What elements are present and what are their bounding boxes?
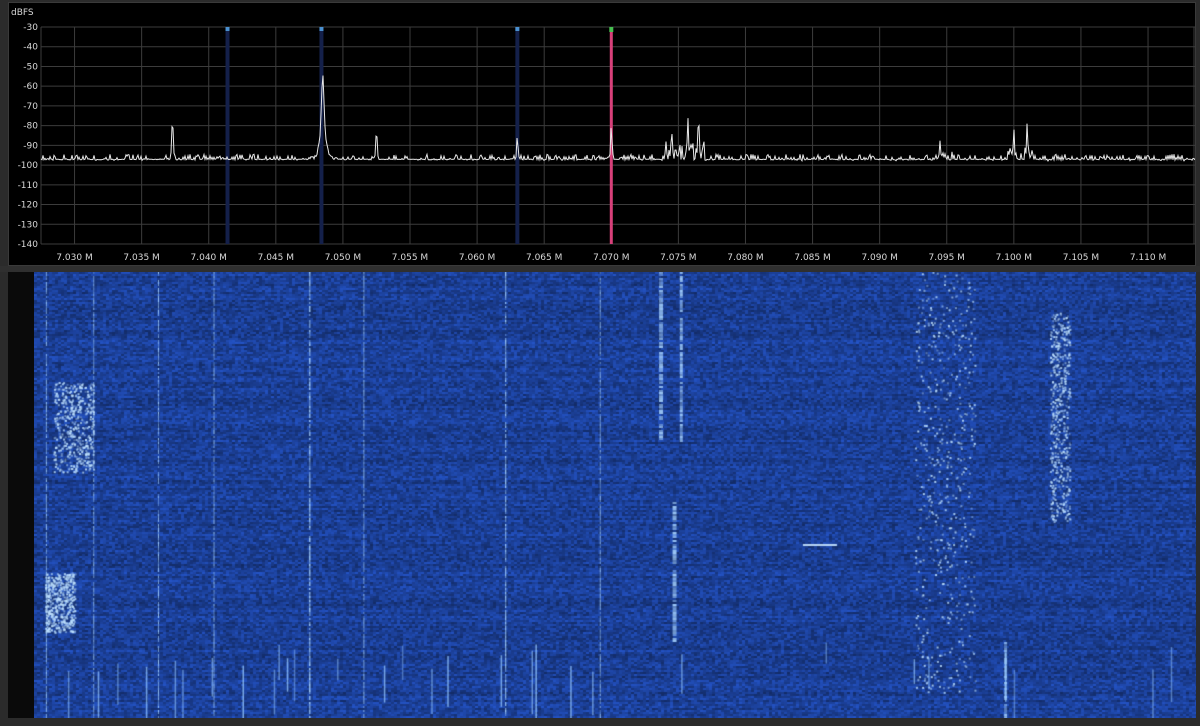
x-tick-label: 7.030 M [56,253,92,263]
spectrum-plot[interactable]: dBFS -30 -40 -50 -60 -70 -80 -90 -100 -110 -120 -1… [9,3,1195,265]
x-tick-label: 7.070 M [593,253,629,263]
y-tick-label: -60 [23,82,38,92]
x-tick-label: 7.035 M [123,253,159,263]
y-tick-label: -90 [23,141,38,151]
x-tick-label: 7.055 M [392,253,428,263]
y-tick-label: -120 [18,201,39,211]
x-tick-label: 7.090 M [861,253,897,263]
waterfall-left-gutter [8,272,34,718]
y-tick-label: -70 [23,102,38,112]
x-tick-label: 7.105 M [1063,253,1099,263]
tuned-marker-handle[interactable] [609,27,614,32]
y-tick-label: -40 [23,43,38,53]
waterfall-display[interactable] [34,272,1196,718]
marker-band[interactable] [225,27,230,244]
x-tick-label: 7.050 M [325,253,361,263]
y-tick-label: -50 [23,62,38,72]
y-tick-label: -140 [18,240,39,250]
spectrum-panel[interactable]: dBFS -30 -40 -50 -60 -70 -80 -90 -100 -110 -120 -1… [8,2,1196,266]
y-tick-label: -130 [18,220,39,230]
x-axis-ticks: 7.030 M 7.035 M 7.040 M 7.045 M 7.050 M 7.055… [56,253,1166,263]
y-axis-unit-label: dBFS [11,8,34,18]
y-tick-label: -80 [23,122,38,132]
x-tick-label: 7.100 M [996,253,1032,263]
x-tick-label: 7.065 M [526,253,562,263]
x-tick-label: 7.095 M [929,253,965,263]
y-tick-label: -30 [23,23,38,33]
x-tick-label: 7.110 M [1130,253,1166,263]
waterfall-panel[interactable] [8,272,1196,718]
x-tick-label: 7.040 M [191,253,227,263]
plot-background [9,3,1195,265]
x-tick-label: 7.085 M [794,253,830,263]
x-tick-label: 7.075 M [660,253,696,263]
marker-handle[interactable] [319,27,324,31]
x-tick-label: 7.045 M [258,253,294,263]
y-tick-label: -110 [18,181,39,191]
x-tick-label: 7.060 M [459,253,495,263]
y-tick-label: -100 [18,161,39,171]
x-tick-label: 7.080 M [727,253,763,263]
marker-handle[interactable] [225,27,230,31]
marker-band[interactable] [515,27,520,244]
marker-handle[interactable] [515,27,520,31]
